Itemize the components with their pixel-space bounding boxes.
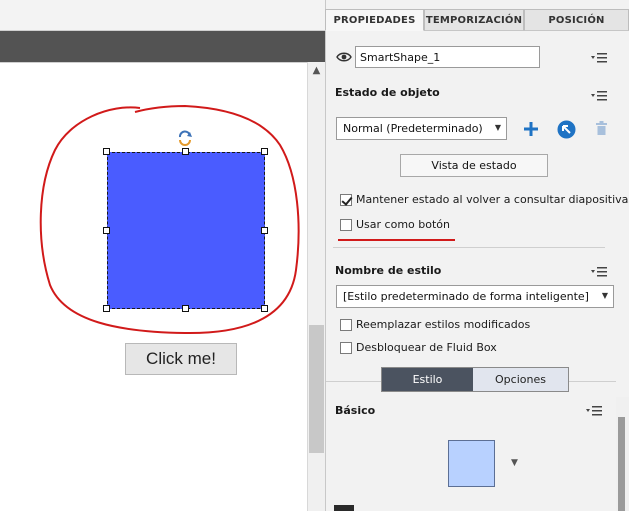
rotate-handle-icon[interactable] [176, 129, 194, 147]
object-state-value: Normal (Predeterminado) [343, 122, 483, 135]
object-state-menu-icon[interactable] [591, 90, 607, 102]
style-menu-icon[interactable] [591, 266, 607, 278]
section-divider [333, 247, 605, 248]
chevron-down-icon: ▼ [601, 291, 608, 300]
tab-temporizacion[interactable]: TEMPORIZACIÓN [424, 9, 524, 31]
use-as-button-label: Usar como botón [356, 218, 450, 231]
fill-color-swatch[interactable] [448, 440, 495, 487]
click-me-button[interactable]: Click me! [125, 343, 237, 375]
unlock-fluid-box-label: Desbloquear de Fluid Box [356, 341, 497, 354]
panel-tabs: PROPIEDADES TEMPORIZACIÓN POSICIÓN [325, 9, 629, 31]
resize-handle-top[interactable] [182, 148, 189, 155]
stage-toolbar-bar [0, 31, 325, 62]
state-view-button[interactable]: Vista de estado [400, 154, 548, 177]
resize-handle-right[interactable] [261, 227, 268, 234]
tab-posicion[interactable]: POSICIÓN [524, 9, 629, 31]
red-underline-annotation [338, 239, 455, 241]
add-state-plus-icon[interactable] [523, 121, 539, 137]
resize-handle-top-left[interactable] [103, 148, 110, 155]
smartshape-rectangle[interactable] [107, 152, 265, 309]
retain-state-checkbox[interactable] [340, 194, 352, 206]
toggle-opciones[interactable]: Opciones [473, 368, 568, 391]
fill-color-dropdown-arrow-icon[interactable]: ▼ [511, 458, 518, 468]
panel-menu-icon[interactable] [591, 52, 607, 64]
properties-panel [325, 0, 629, 511]
resize-handle-bottom[interactable] [182, 305, 189, 312]
resize-handle-left[interactable] [103, 227, 110, 234]
style-dropdown[interactable]: [Estilo predeterminado de forma intelige… [336, 285, 614, 308]
style-name-heading: Nombre de estilo [335, 264, 442, 277]
next-section-title-fragment [334, 505, 354, 511]
basic-heading: Básico [335, 404, 376, 417]
object-name-field[interactable] [355, 46, 540, 68]
delete-state-trash-icon[interactable] [595, 121, 608, 136]
scrollbar-thumb[interactable] [309, 325, 324, 453]
panel-scrollbar-thumb[interactable] [618, 417, 625, 511]
toggle-estilo[interactable]: Estilo [382, 368, 473, 391]
resize-handle-bottom-left[interactable] [103, 305, 110, 312]
resize-handle-top-right[interactable] [261, 148, 268, 155]
panel-vertical-scrollbar[interactable] [616, 397, 629, 511]
style-options-toggle: Estilo Opciones [381, 367, 569, 392]
basic-menu-icon[interactable] [586, 405, 602, 417]
tab-propiedades[interactable]: PROPIEDADES [325, 9, 424, 31]
retain-state-label: Mantener estado al volver a consultar di… [356, 193, 629, 206]
unlock-fluid-box-checkbox[interactable] [340, 342, 352, 354]
chevron-down-icon: ▼ [494, 123, 501, 132]
replace-modified-styles-checkbox[interactable] [340, 319, 352, 331]
toggle-divider-right [569, 381, 616, 382]
visibility-eye-icon[interactable] [336, 51, 352, 63]
state-navigate-icon[interactable] [557, 120, 576, 139]
use-as-button-checkbox[interactable] [340, 219, 352, 231]
object-state-dropdown[interactable]: Normal (Predeterminado) ▼ [336, 117, 507, 140]
object-state-heading: Estado de objeto [335, 86, 440, 99]
stage-top-strip [0, 0, 325, 31]
scroll-up-arrow-icon[interactable]: ▲ [308, 64, 325, 78]
resize-handle-bottom-right[interactable] [261, 305, 268, 312]
toggle-divider-left [326, 381, 381, 382]
style-value: [Estilo predeterminado de forma intelige… [343, 290, 589, 303]
replace-modified-styles-label: Reemplazar estilos modificados [356, 318, 531, 331]
stage-vertical-scrollbar[interactable]: ▲ [307, 62, 325, 511]
